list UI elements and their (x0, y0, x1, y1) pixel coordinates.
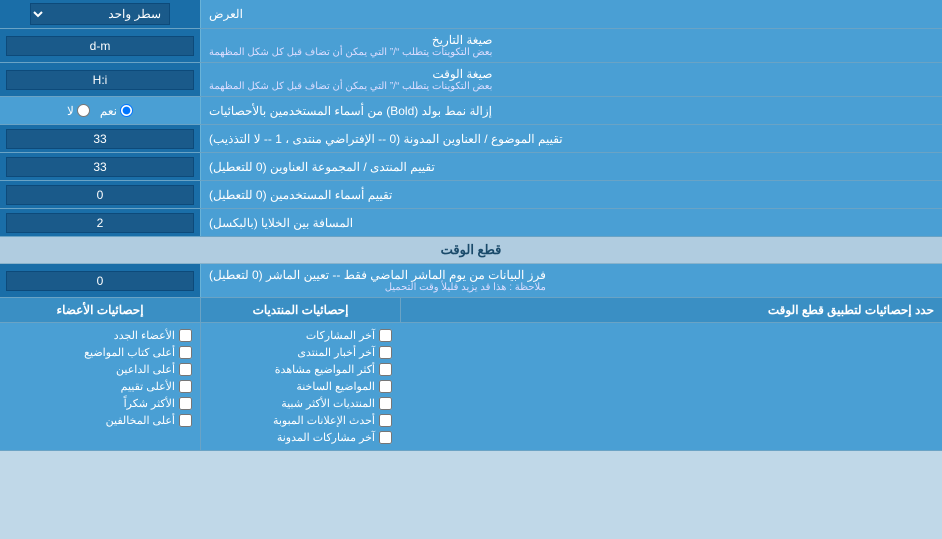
cell-spacing-input[interactable] (6, 213, 194, 233)
checkbox-top-violators: أعلى المخالفين (8, 412, 192, 429)
topic-rating-input[interactable] (6, 129, 194, 149)
username-rating-label: تقييم أسماء المستخدمين (0 للتعطيل) (200, 181, 942, 208)
checkbox-hot-topics: المواضيع الساخنة (209, 378, 392, 395)
checkbox-top-inviters: أعلى الداعين (8, 361, 192, 378)
forum-rating-input-cell (0, 153, 200, 180)
bold-remove-radio-cell: نعم لا (0, 97, 200, 124)
radio-yes[interactable] (120, 104, 133, 117)
checkbox-last-news: آخر أخبار المنتدى (209, 344, 392, 361)
date-format-label: صيغة التاريخ بعض التكوينات يتطلب “/” الت… (200, 29, 942, 62)
stats-section: حدد إحصائيات لتطبيق قطع الوقت إحصائيات ا… (0, 298, 942, 451)
col1-header: إحصائيات الأعضاء (0, 298, 200, 322)
checkbox-hot-topics-input[interactable] (379, 380, 392, 393)
checkbox-last-blog-posts-input[interactable] (379, 431, 392, 444)
col2-header: إحصائيات المنتديات (200, 298, 400, 322)
time-format-input[interactable] (6, 70, 194, 90)
topic-rating-label: تقييم الموضوع / العناوين المدونة (0 -- ا… (200, 125, 942, 152)
checkbox-top-rated: الأعلى تقييم (8, 378, 192, 395)
username-rating-row: تقييم أسماء المستخدمين (0 للتعطيل) (0, 181, 942, 209)
stats-forums-col: آخر المشاركات آخر أخبار المنتدى أكثر الم… (200, 323, 400, 450)
time-format-row: صيغة الوقت بعض التكوينات يتطلب “/” التي … (0, 63, 942, 97)
realtime-filter-input[interactable] (6, 271, 194, 291)
realtime-section-header: قطع الوقت (0, 237, 942, 264)
forum-rating-row: تقييم المنتدى / المجموعة العناوين (0 للت… (0, 153, 942, 181)
time-format-input-cell (0, 63, 200, 96)
forum-rating-label: تقييم المنتدى / المجموعة العناوين (0 للت… (200, 153, 942, 180)
realtime-filter-label: فرز البيانات من يوم الماشر الماضي فقط --… (200, 264, 942, 297)
checkbox-last-posts-input[interactable] (379, 329, 392, 342)
checkbox-last-posts: آخر المشاركات (209, 327, 392, 344)
display-row: العرض سطر واحد (0, 0, 942, 29)
stats-members-col: الأعضاء الجدد أعلى كتاب المواضيع أعلى ال… (0, 323, 200, 450)
date-format-row: صيغة التاريخ بعض التكوينات يتطلب “/” الت… (0, 29, 942, 63)
display-select-cell: سطر واحد (0, 0, 200, 28)
realtime-filter-input-cell (0, 264, 200, 297)
topic-rating-row: تقييم الموضوع / العناوين المدونة (0 -- ا… (0, 125, 942, 153)
checkbox-top-inviters-input[interactable] (179, 363, 192, 376)
checkbox-most-similar-input[interactable] (379, 397, 392, 410)
checkbox-top-writers: أعلى كتاب المواضيع (8, 344, 192, 361)
checkbox-most-similar: المنتديات الأكثر شبية (209, 395, 392, 412)
cell-spacing-row: المسافة بين الخلايا (بالبكسل) (0, 209, 942, 237)
checkbox-most-thanked: الأكثر شكراً (8, 395, 192, 412)
username-rating-input[interactable] (6, 185, 194, 205)
checkbox-most-viewed-input[interactable] (379, 363, 392, 376)
date-format-input-cell (0, 29, 200, 62)
display-select[interactable]: سطر واحد (30, 3, 170, 25)
cell-spacing-input-cell (0, 209, 200, 236)
cell-spacing-label: المسافة بين الخلايا (بالبكسل) (200, 209, 942, 236)
topic-rating-input-cell (0, 125, 200, 152)
stats-checkboxes-row: آخر المشاركات آخر أخبار المنتدى أكثر الم… (0, 323, 942, 450)
time-format-label: صيغة الوقت بعض التكوينات يتطلب “/” التي … (200, 63, 942, 96)
checkbox-latest-ads-input[interactable] (379, 414, 392, 427)
username-rating-input-cell (0, 181, 200, 208)
bold-remove-row: إزالة نمط بولد (Bold) من أسماء المستخدمي… (0, 97, 942, 125)
bold-remove-label: إزالة نمط بولد (Bold) من أسماء المستخدمي… (200, 97, 942, 124)
radio-no[interactable] (77, 104, 90, 117)
checkbox-new-members: الأعضاء الجدد (8, 327, 192, 344)
checkbox-top-rated-input[interactable] (179, 380, 192, 393)
radio-yes-label[interactable]: نعم (100, 104, 133, 118)
checkbox-most-viewed: أكثر المواضيع مشاهدة (209, 361, 392, 378)
display-label: العرض (200, 0, 942, 28)
checkbox-top-writers-input[interactable] (179, 346, 192, 359)
checkbox-last-blog-posts: آخر مشاركات المدونة (209, 429, 392, 446)
date-format-input[interactable] (6, 36, 194, 56)
checkbox-most-thanked-input[interactable] (179, 397, 192, 410)
checkbox-last-news-input[interactable] (379, 346, 392, 359)
stats-header-row: حدد إحصائيات لتطبيق قطع الوقت إحصائيات ا… (0, 298, 942, 323)
realtime-filter-row: فرز البيانات من يوم الماشر الماضي فقط --… (0, 264, 942, 298)
radio-no-label[interactable]: لا (67, 104, 90, 118)
forum-rating-input[interactable] (6, 157, 194, 177)
checkbox-latest-ads: أحدث الإعلانات المبوبة (209, 412, 392, 429)
stats-empty-area (400, 323, 942, 450)
checkbox-new-members-input[interactable] (179, 329, 192, 342)
checkbox-top-violators-input[interactable] (179, 414, 192, 427)
stats-apply-label: حدد إحصائيات لتطبيق قطع الوقت (400, 298, 942, 322)
